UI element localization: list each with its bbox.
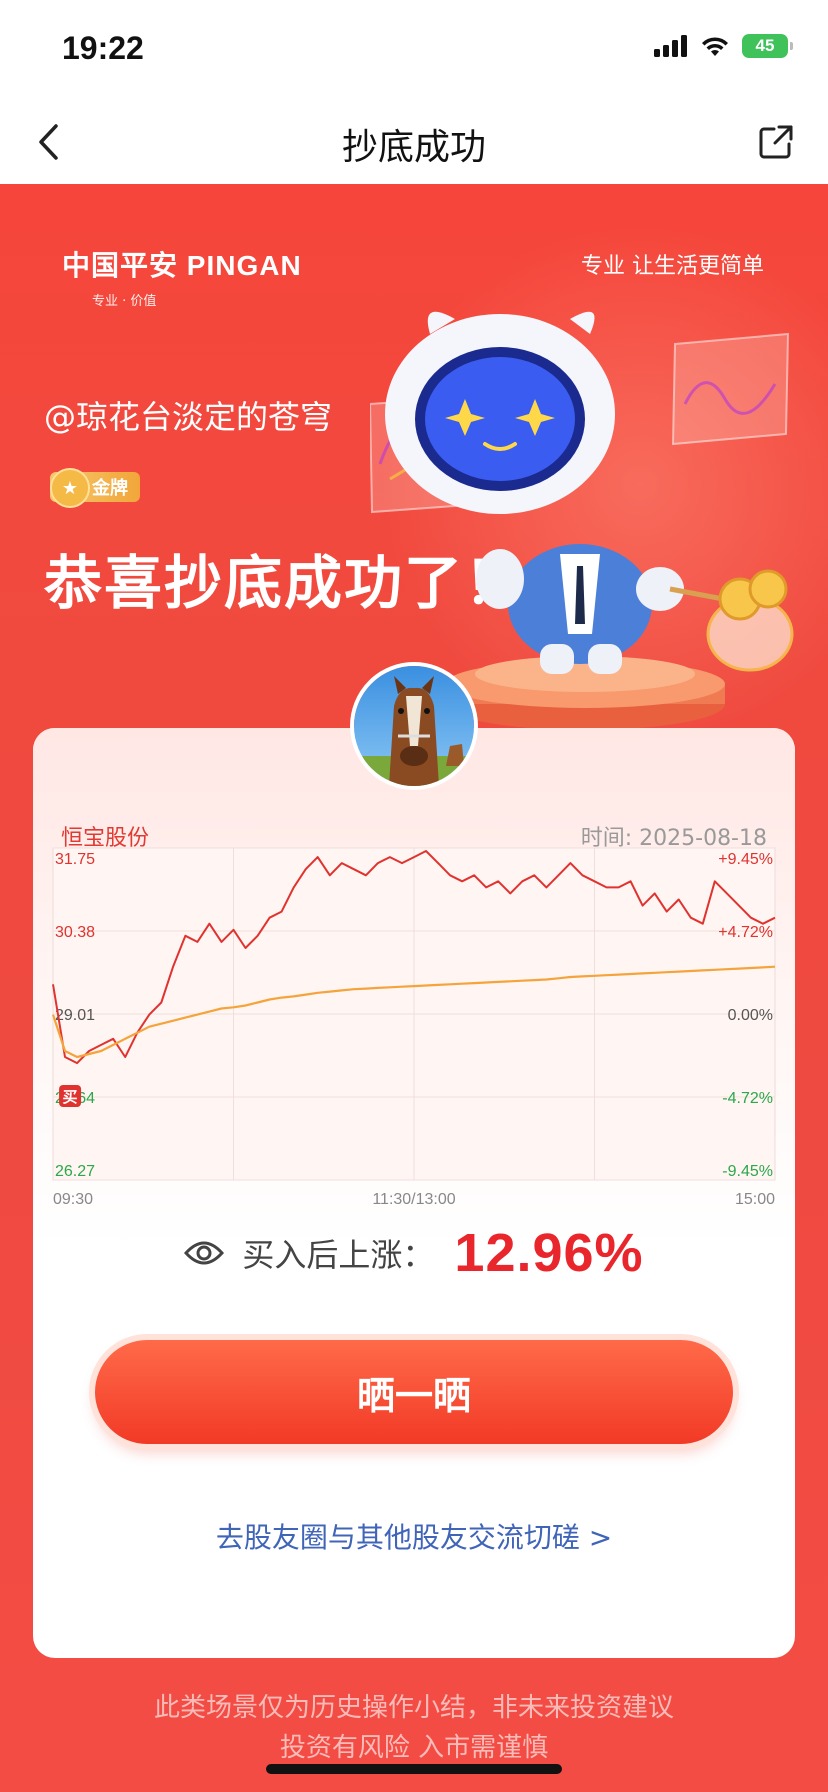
medal-icon: ★: [50, 468, 90, 508]
y-tick-label: 26.27: [55, 1163, 95, 1180]
intraday-price-chart: 31.7530.3829.0127.6426.27+9.45%+4.72%0.0…: [51, 847, 776, 1208]
x-tick-label: 11:30/13:00: [372, 1191, 455, 1208]
pct-tick-label: +4.72%: [718, 924, 773, 941]
battery-icon: 45: [742, 34, 793, 58]
horse-avatar-icon: [354, 666, 474, 786]
brand-tagline: 专业 · 价值: [92, 294, 157, 309]
buy-marker-label: 买: [63, 1088, 78, 1106]
disclaimer: 此类场景仅为历史操作小结，非未来投资建议 投资有风险 入市需谨慎: [0, 1688, 828, 1768]
share-icon: [759, 125, 793, 159]
pct-tick-label: -4.72%: [722, 1090, 773, 1107]
page-title: 抄底成功: [341, 127, 486, 168]
signal-icon: [654, 35, 687, 57]
home-indicator: [266, 1764, 562, 1774]
user-handle: @琼花台淡定的苍穹: [44, 398, 333, 436]
status-bar: 19:22 45: [0, 0, 828, 100]
gain-label: 买入后上涨：: [242, 1236, 435, 1274]
y-tick-label: 31.75: [55, 851, 95, 868]
battery-level: 45: [755, 36, 775, 55]
pct-tick-label: -9.45%: [722, 1163, 773, 1180]
share-button[interactable]: [752, 118, 800, 166]
disclaimer-line-1: 此类场景仅为历史操作小结，非未来投资建议: [153, 1693, 674, 1723]
nav-bar: 抄底成功: [0, 100, 828, 184]
gain-row: 买入后上涨： 12.96%: [33, 1218, 795, 1288]
brand-slogan: 专业 让生活更简单: [581, 254, 764, 279]
brand-logo: 中国平安 PINGAN 专业 · 价值: [62, 244, 302, 309]
pct-tick-label: +9.45%: [718, 851, 773, 868]
pct-tick-label: 0.00%: [728, 1007, 773, 1024]
disclaimer-line-2: 投资有风险 入市需谨慎: [279, 1733, 549, 1763]
y-tick-label: 29.01: [55, 1007, 95, 1024]
status-icons: 45: [654, 34, 793, 58]
result-card: 恒宝股份 时间: 2025-08-18 31.7530.3829.0127.64…: [33, 728, 795, 1658]
badge-label: 金牌: [92, 478, 128, 499]
community-link[interactable]: 去股友圈与其他股友交流切磋 >: [33, 1516, 795, 1556]
gain-value: 12.96%: [454, 1223, 644, 1283]
status-time: 19:22: [62, 30, 144, 66]
eye-icon[interactable]: [184, 1239, 225, 1267]
x-tick-label: 09:30: [53, 1191, 93, 1208]
y-tick-label: 30.38: [55, 924, 95, 941]
hero-banner: 中国平安 PINGAN 专业 · 价值 专业 让生活更简单 @琼花台淡定的苍穹 …: [0, 184, 828, 1792]
gold-badge: ★ 金牌: [50, 468, 140, 508]
avatar: [350, 662, 478, 790]
share-result-button[interactable]: 晒一晒: [95, 1340, 733, 1444]
x-tick-label: 15:00: [735, 1191, 775, 1208]
wifi-icon: [702, 37, 728, 56]
brand-name: 中国平安 PINGAN: [62, 250, 302, 281]
